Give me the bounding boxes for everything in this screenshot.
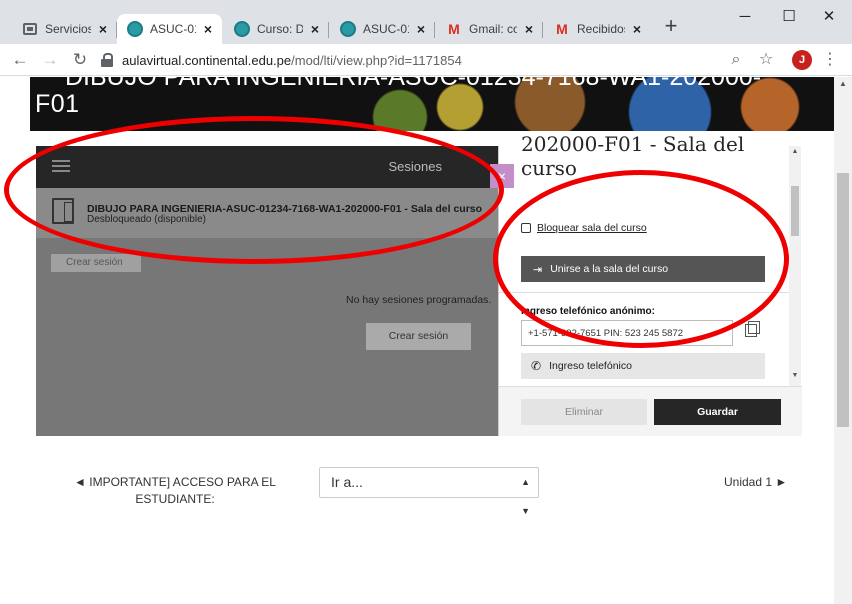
page-viewport: DIBUJO PARA INGENIERIA-ASUC-01234-7168-W… xyxy=(0,77,852,604)
forward-arrow-icon[interactable]: → xyxy=(38,48,62,72)
no-sessions-message: No hay sesiones programadas. xyxy=(346,294,492,306)
hamburger-menu-icon[interactable] xyxy=(52,160,70,172)
close-tab-icon[interactable]: × xyxy=(95,21,111,37)
globe-icon xyxy=(127,21,143,37)
phone-pin-field[interactable]: +1-571-392-7651 PIN: 523 245 5872 xyxy=(521,320,733,346)
tab-asuc-active[interactable]: ASUC-012 × xyxy=(117,14,222,44)
tab-gmail[interactable]: M Gmail: cor × xyxy=(436,14,543,44)
create-session-button[interactable]: Crear sesión xyxy=(366,323,471,350)
room-status: Desbloqueado (disponible) xyxy=(87,214,206,225)
sessions-header: Sesiones xyxy=(36,146,498,188)
lock-icon xyxy=(100,53,114,67)
globe-icon xyxy=(234,21,250,37)
close-panel-icon[interactable]: × xyxy=(490,164,514,188)
course-title-partial: DIBUJO PARA INGENIERIA-ASUC-01234-7168-W… xyxy=(65,77,762,91)
create-session-small-button[interactable]: Crear sesión xyxy=(51,254,141,272)
page-scrollbar[interactable]: ▲ xyxy=(834,77,852,604)
menu-dots-icon[interactable]: ⋮ xyxy=(818,48,842,72)
gmail-icon: M xyxy=(556,21,568,37)
delete-button[interactable]: Eliminar xyxy=(521,399,647,425)
course-room-row[interactable]: DIBUJO PARA INGENIERIA-ASUC-01234-7168-W… xyxy=(36,188,498,238)
collaborate-panel: Sesiones DIBUJO PARA INGENIERIA-ASUC-012… xyxy=(36,132,802,436)
course-title: F01 xyxy=(35,90,80,118)
tab-label: ASUC-012 xyxy=(363,22,409,36)
room-details-panel: 202000-F01 - Sala del curso Bloquear sal… xyxy=(498,132,802,436)
close-tab-icon[interactable]: × xyxy=(521,21,537,37)
profile-avatar[interactable]: J xyxy=(792,50,812,70)
tab-label: Gmail: cor xyxy=(469,22,517,36)
lock-room-link[interactable]: Bloquear sala del curso xyxy=(521,222,647,234)
bookmark-star-icon[interactable]: ☆ xyxy=(754,48,778,72)
goto-select[interactable]: Ir a... ▲ ▼ xyxy=(319,467,539,516)
door-icon xyxy=(52,198,74,224)
tab-label: Servicios V xyxy=(45,22,91,36)
maximize-button[interactable]: ☐ xyxy=(774,6,804,28)
phone-icon: ✆ xyxy=(531,359,542,373)
browser-tab-strip: Servicios V × ASUC-012 × Curso: DIB × AS… xyxy=(0,0,852,44)
window-close-button[interactable]: ✕ xyxy=(814,6,844,28)
sign-in-icon: ⇥ xyxy=(533,263,543,276)
minimize-button[interactable]: ─ xyxy=(730,6,760,28)
monitor-icon xyxy=(22,21,38,37)
save-button[interactable]: Guardar xyxy=(654,399,781,425)
new-tab-button[interactable]: + xyxy=(658,14,684,40)
tab-recibidos[interactable]: M Recibidos × xyxy=(544,14,651,44)
padlock-icon xyxy=(521,223,531,233)
url-text: aulavirtual.continental.edu.pe/mod/lti/v… xyxy=(122,52,462,68)
gmail-icon: M xyxy=(448,21,460,37)
panel-footer: Eliminar Guardar xyxy=(499,386,802,436)
tab-label: Recibidos xyxy=(577,22,625,36)
browser-toolbar: ← → ↻ aulavirtual.continental.edu.pe/mod… xyxy=(0,44,852,76)
course-banner: DIBUJO PARA INGENIERIA-ASUC-01234-7168-W… xyxy=(30,77,834,131)
tab-servicios[interactable]: Servicios V × xyxy=(12,14,117,44)
address-bar[interactable]: aulavirtual.continental.edu.pe/mod/lti/v… xyxy=(100,47,780,73)
tab-label: Curso: DIB xyxy=(257,22,303,36)
next-activity-link[interactable]: Unidad 1 ► xyxy=(724,475,787,489)
tab-label: ASUC-012 xyxy=(150,22,196,36)
globe-icon xyxy=(340,21,356,37)
close-tab-icon[interactable]: × xyxy=(413,21,429,37)
tab-asuc[interactable]: ASUC-012 × xyxy=(330,14,435,44)
previous-activity-link[interactable]: ◄ IMPORTANTE] ACCESO PARA EL ESTUDIANTE: xyxy=(70,474,280,508)
reload-icon[interactable]: ↻ xyxy=(68,48,92,72)
zoom-icon[interactable]: ⌕ xyxy=(724,48,748,72)
join-room-button[interactable]: ⇥ Unirse a la sala del curso xyxy=(521,256,765,282)
copy-icon[interactable] xyxy=(745,321,760,337)
divider xyxy=(499,292,789,293)
close-tab-icon[interactable]: × xyxy=(307,21,323,37)
close-tab-icon[interactable]: × xyxy=(200,21,216,37)
room-title-partial: 202000-F01 - Sala del xyxy=(521,132,745,156)
select-caret-icon: ▲ ▼ xyxy=(521,477,530,516)
room-title: curso xyxy=(521,156,577,180)
panel-scrollbar[interactable]: ▲ ▼ xyxy=(789,146,801,386)
tab-curso[interactable]: Curso: DIB × xyxy=(224,14,329,44)
close-tab-icon[interactable]: × xyxy=(629,21,645,37)
sessions-title: Sesiones xyxy=(388,159,442,174)
phone-label: Ingreso telefónico anónimo: xyxy=(521,306,655,317)
back-arrow-icon[interactable]: ← xyxy=(8,48,32,72)
phone-dial-button[interactable]: ✆ Ingreso telefónico xyxy=(521,353,765,379)
